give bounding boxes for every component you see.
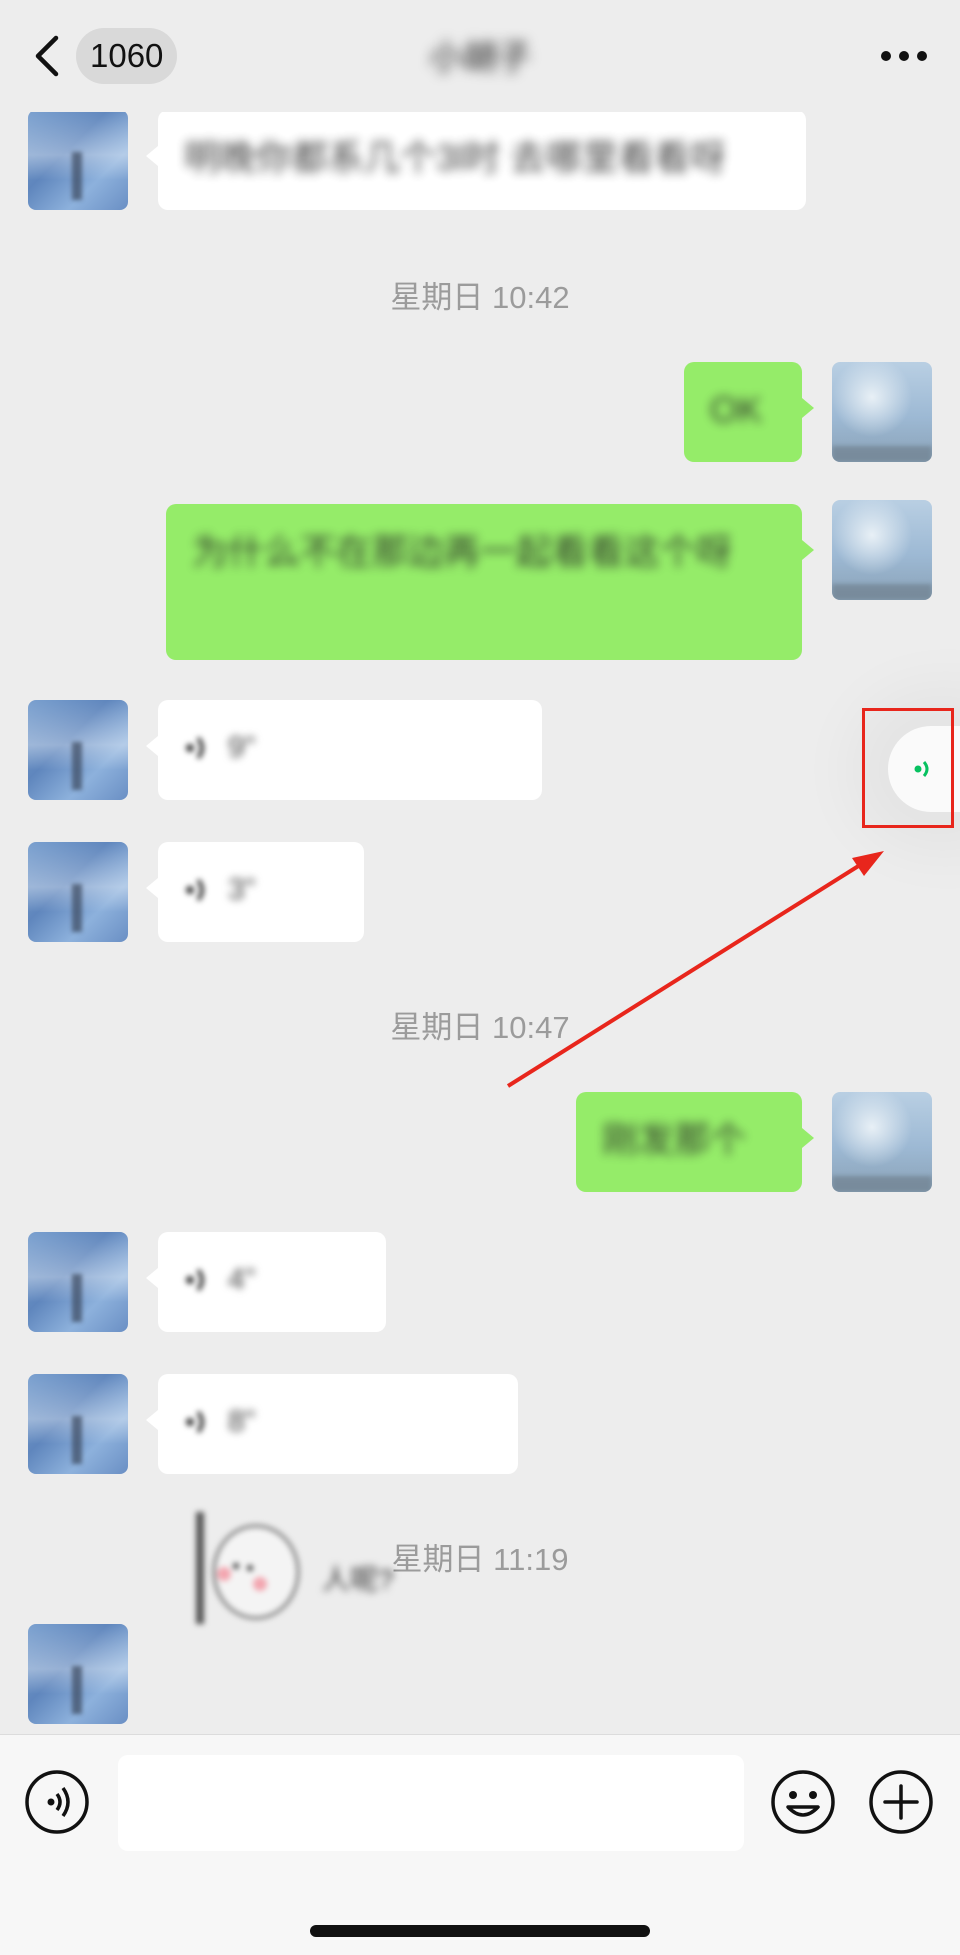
voice-message-bubble[interactable]: 8" xyxy=(146,1374,518,1474)
sticker-caption: 人呢? xyxy=(322,1564,394,1595)
my-avatar[interactable] xyxy=(832,362,932,462)
message-bubble-outgoing[interactable]: OK xyxy=(684,362,814,462)
message-text: 刚发那个 xyxy=(602,1119,747,1160)
voice-duration: 8" xyxy=(228,1405,256,1438)
my-avatar[interactable] xyxy=(832,500,932,600)
voice-message-bubble[interactable]: 3" xyxy=(146,842,364,942)
voice-duration: 3" xyxy=(228,873,256,906)
voice-message-bubble[interactable]: 9" xyxy=(146,700,542,800)
message-bubble-outgoing[interactable]: 刚发那个 xyxy=(576,1092,814,1192)
voice-message-bubble[interactable]: 4" xyxy=(146,1232,386,1332)
timestamp-label: 星期日 11:19 xyxy=(391,1542,569,1577)
contact-avatar[interactable] xyxy=(28,1374,128,1474)
plus-icon[interactable] xyxy=(868,1769,934,1835)
more-options-icon[interactable] xyxy=(876,34,932,78)
voice-wave-icon xyxy=(186,878,204,902)
chat-title: 小胡子 xyxy=(0,30,960,79)
voice-duration: 9" xyxy=(228,731,256,764)
contact-avatar[interactable] xyxy=(28,1232,128,1332)
voice-input-icon[interactable] xyxy=(24,1769,90,1835)
contact-avatar[interactable] xyxy=(28,842,128,942)
message-bubble-incoming[interactable]: 明晚你都系几个3l时 去哪里看看呀 xyxy=(146,112,806,210)
my-avatar[interactable] xyxy=(832,1092,932,1192)
contact-avatar[interactable] xyxy=(28,700,128,800)
contact-avatar[interactable] xyxy=(28,112,128,210)
voice-wave-icon xyxy=(186,1268,204,1292)
message-text: 为什么不在那边再一起看看这个呀 xyxy=(192,531,733,572)
contact-avatar[interactable] xyxy=(28,1624,128,1724)
message-input[interactable] xyxy=(118,1755,744,1851)
annotation-highlight-box xyxy=(862,708,954,828)
sticker-image[interactable] xyxy=(196,1508,304,1628)
voice-wave-icon xyxy=(186,736,204,760)
input-bar xyxy=(0,1734,960,1955)
message-bubble-outgoing[interactable]: 为什么不在那边再一起看看这个呀 xyxy=(166,504,814,660)
home-indicator xyxy=(310,1925,650,1937)
message-text: 明晚你都系几个3l时 去哪里看看呀 xyxy=(184,137,727,178)
voice-wave-icon xyxy=(186,1410,204,1434)
message-list[interactable]: 明晚你都系几个3l时 去哪里看看呀 星期日 10:42 OK 为什么不在那边再一… xyxy=(0,112,960,1734)
emoji-icon[interactable] xyxy=(770,1769,836,1835)
timestamp-label: 星期日 10:42 xyxy=(390,280,570,315)
message-text: OK xyxy=(710,389,763,430)
chat-header: 1060 小胡子 xyxy=(0,0,960,112)
chat-title-text: 小胡子 xyxy=(429,39,531,77)
voice-duration: 4" xyxy=(228,1263,256,1296)
timestamp-label: 星期日 10:47 xyxy=(390,1010,570,1045)
